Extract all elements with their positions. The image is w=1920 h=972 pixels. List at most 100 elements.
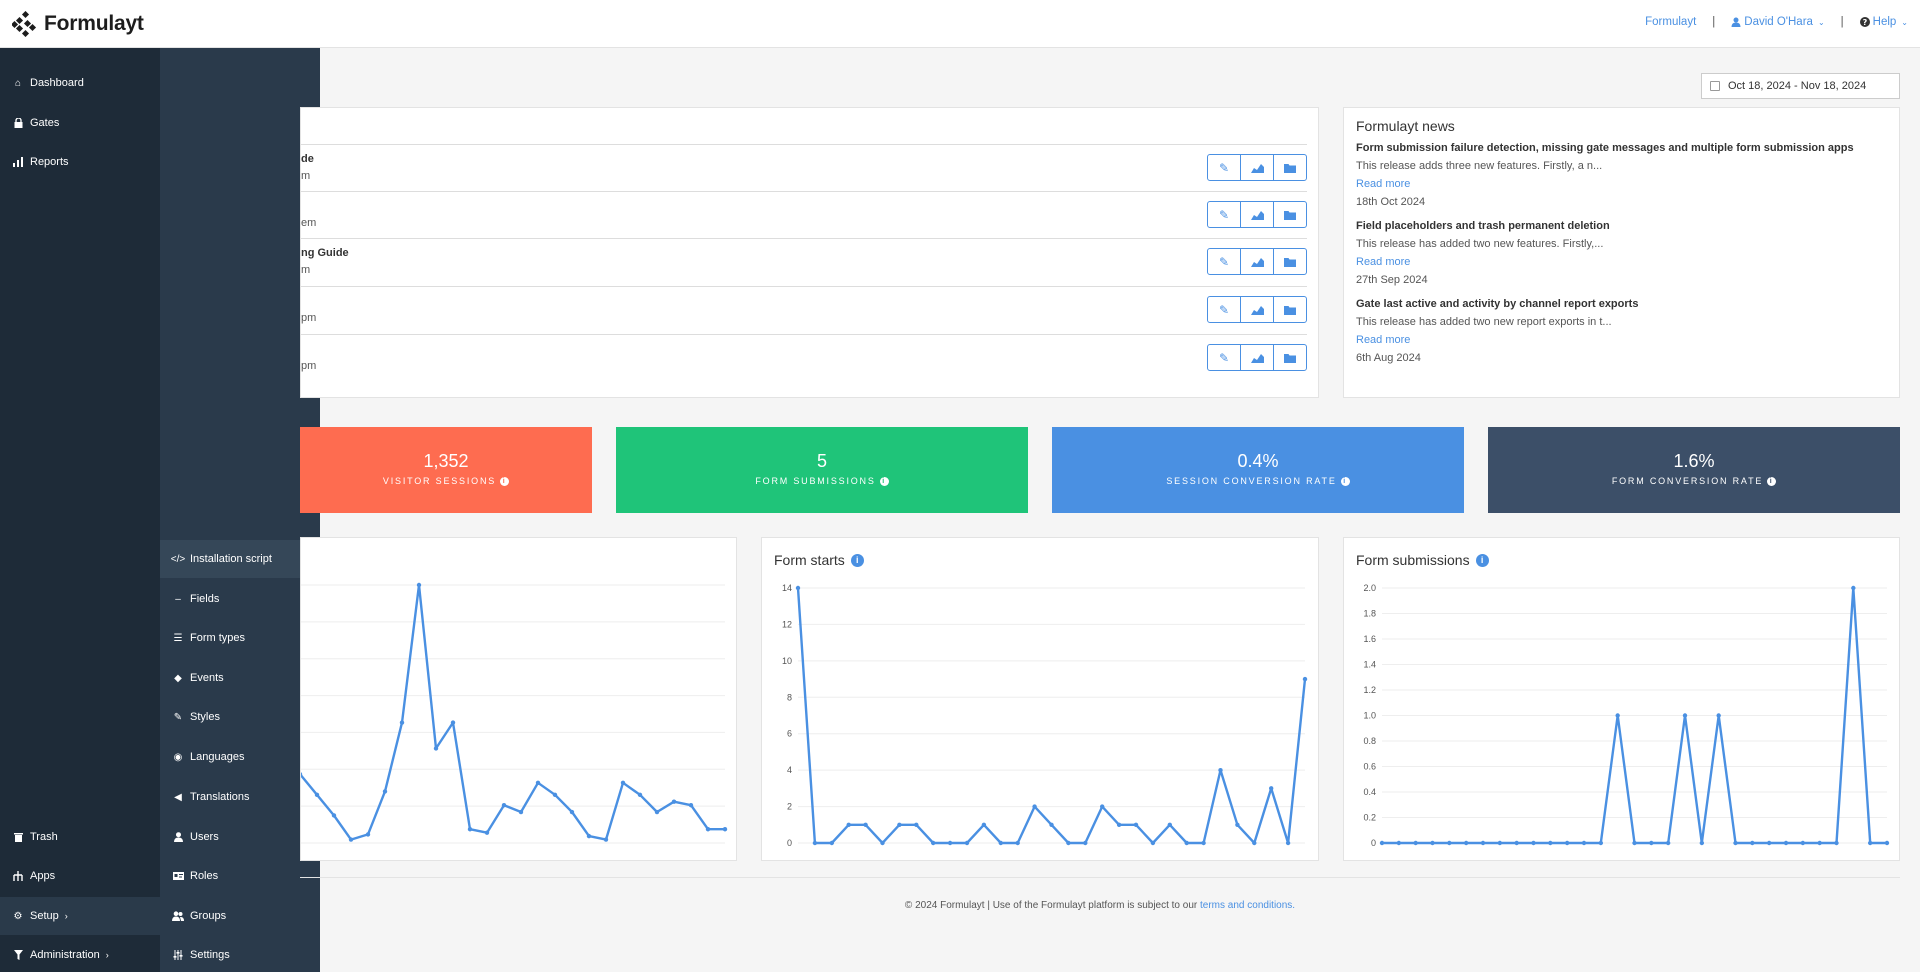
folder-button[interactable] [1273,201,1307,228]
data-point [1783,840,1789,846]
gate-name[interactable]: ng Guide [301,247,349,259]
edit-button[interactable]: ✎ [1207,154,1241,181]
date-range-picker[interactable]: Oct 18, 2024 - Nov 18, 2024 [1701,73,1900,99]
news-item: Gate last active and activity by channel… [1356,298,1887,364]
svg-text:?: ? [1862,18,1867,27]
data-point [1083,840,1088,846]
submenu-item-form-types[interactable]: ☰ Form types [160,619,320,657]
read-more-link[interactable]: Read more [1356,178,1887,190]
stat-value: 1,352 [423,451,469,471]
data-point [1463,840,1469,846]
data-point [998,840,1003,846]
news-item: Form submission failure detection, missi… [1356,142,1887,208]
top-nav-home-link[interactable]: Formulayt [1645,16,1696,28]
megaphone-icon: ◀ [174,791,182,803]
top-nav-home-label: Formulayt [1645,16,1697,28]
chevron-down-icon: ⌄ [1817,17,1825,27]
reports-button[interactable] [1240,344,1274,371]
info-icon[interactable]: i [1340,476,1350,486]
y-tick-label: 10 [782,656,792,666]
terms-link[interactable]: terms and conditions. [1200,900,1295,911]
folder-button[interactable] [1273,248,1307,275]
folder-button[interactable] [1273,154,1307,181]
data-point [569,809,575,815]
submenu-item-label: Languages [190,751,245,763]
minus-icon: – [175,593,181,605]
app-logo[interactable]: Formulayt [12,11,144,37]
gate-name[interactable]: de [301,153,314,165]
data-point [467,827,473,832]
help-menu[interactable]: ? Help ⌄ [1859,16,1908,28]
edit-button[interactable]: ✎ [1207,344,1241,371]
gate-actions: ✎ [1207,201,1307,228]
submenu-item-installation-script[interactable]: </> Installation script [160,540,320,578]
gate-actions: ✎ [1207,154,1307,181]
reports-button[interactable] [1240,296,1274,323]
submenu-item-settings[interactable]: Settings [160,936,320,972]
submenu-item-roles[interactable]: Roles [160,857,320,895]
trash-icon [12,832,24,842]
data-point [365,832,371,837]
data-point [1269,786,1274,791]
data-point [416,582,422,588]
data-point [1252,840,1257,846]
submenu-item-label: Settings [190,949,230,961]
sidebar-item-dashboard[interactable]: ⌂ Dashboard [0,64,160,102]
gate-updated: m [301,264,311,276]
sidebar-item-gates[interactable]: Gates [0,104,160,142]
submenu-item-fields[interactable]: – Fields [160,580,320,618]
stat-tile-form-conversion-rate: 1.6% FORM CONVERSION RATE i [1488,427,1900,513]
y-tick-label: 1.0 [1363,711,1376,721]
chevron-right-icon: › [105,950,109,960]
news-date: 18th Oct 2024 [1356,196,1426,208]
stat-label-text: FORM SUBMISSIONS [755,476,876,486]
sidebar-item-administration[interactable]: Administration › [0,936,160,972]
sidebar-item-setup[interactable]: ⚙ Setup › [0,897,160,935]
edit-button[interactable]: ✎ [1207,201,1241,228]
data-point [1302,676,1308,682]
data-point [1733,840,1738,846]
data-point [846,822,851,827]
data-point [1615,713,1620,718]
formulayt-logo-icon [12,11,37,37]
sessions-chart-panel [300,537,737,861]
user-menu[interactable]: David O'Hara ⌄ [1731,16,1825,28]
stat-label-text: SESSION CONVERSION RATE [1166,476,1337,486]
news-item: Field placeholders and trash permanent d… [1356,220,1887,286]
news-summary: This release has added two new features.… [1356,238,1604,250]
submenu-item-label: Form types [190,632,246,644]
reports-button[interactable] [1240,154,1274,181]
submenu-item-label: Styles [190,711,220,723]
edit-button[interactable]: ✎ [1207,248,1241,275]
submenu-item-users[interactable]: Users [160,818,320,856]
read-more-link[interactable]: Read more [1356,334,1887,346]
submenu-item-translations[interactable]: ◀ Translations [160,778,320,816]
data-point [1066,840,1071,846]
info-icon[interactable]: i [500,476,510,486]
sidebar-item-reports[interactable]: Reports [0,143,160,181]
reports-button[interactable] [1240,248,1274,275]
submenu-item-label: Translations [190,791,250,803]
data-point [1167,822,1172,827]
news-panel: Formulayt news Form submission failure d… [1343,107,1900,398]
edit-button[interactable]: ✎ [1207,296,1241,323]
data-point [1699,840,1705,846]
sidebar-item-trash[interactable]: Trash [0,818,160,856]
sidebar-item-apps[interactable]: Apps [0,857,160,895]
y-tick-label: 0 [787,838,792,848]
reports-button[interactable] [1240,201,1274,228]
gate-actions: ✎ [1207,344,1307,371]
y-tick-label: 0.4 [1363,787,1376,797]
list-icon: ☰ [173,632,183,644]
folder-button[interactable] [1273,344,1307,371]
submenu-item-events[interactable]: ◆ Events [160,659,320,697]
data-point [688,802,694,808]
y-tick-label: 0 [1371,838,1376,848]
submenu-item-languages[interactable]: ◉ Languages [160,738,320,776]
read-more-link[interactable]: Read more [1356,256,1887,268]
info-icon[interactable]: i [1767,476,1777,486]
info-icon[interactable]: i [879,476,889,486]
folder-button[interactable] [1273,296,1307,323]
submenu-item-groups[interactable]: Groups [160,897,320,935]
submenu-item-styles[interactable]: ✎ Styles [160,698,320,736]
